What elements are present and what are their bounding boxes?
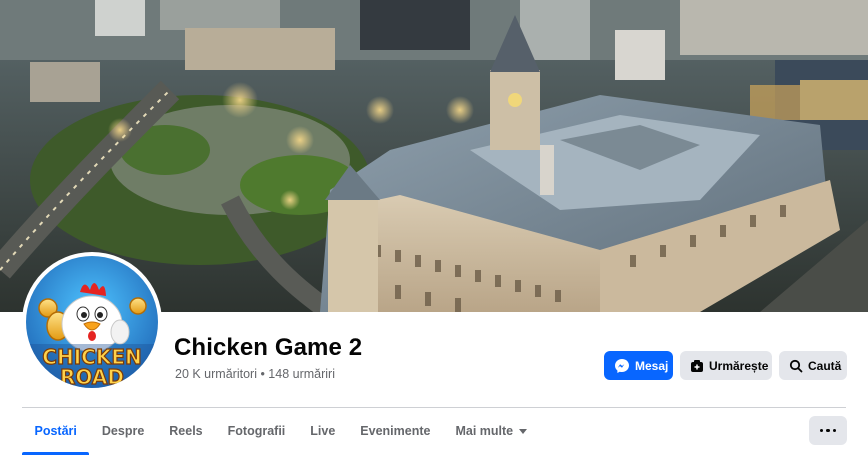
- tab-reels[interactable]: Reels: [157, 408, 215, 454]
- tab-label: Live: [310, 424, 336, 438]
- tab-postari[interactable]: Postări: [22, 408, 90, 455]
- tab-mai-multe[interactable]: Mai multe: [443, 408, 540, 454]
- logo-line-2: ROAD: [60, 365, 124, 388]
- caret-down-icon: [519, 429, 528, 434]
- more-dots-icon: [819, 428, 824, 433]
- search-button-label: Caută: [808, 358, 842, 373]
- follow-icon: [691, 359, 703, 372]
- follow-button[interactable]: Urmărește: [680, 351, 772, 380]
- tab-label: Reels: [169, 424, 203, 438]
- message-button-label: Mesaj: [635, 358, 669, 373]
- tab-label: Mai multe: [455, 424, 514, 438]
- page-avatar[interactable]: CHICKEN ROAD: [22, 252, 162, 392]
- more-options-button[interactable]: [809, 416, 847, 445]
- chicken-road-logo: CHICKEN ROAD: [26, 256, 158, 388]
- page-title: Chicken Game 2: [174, 334, 363, 361]
- search-button[interactable]: Caută: [779, 351, 847, 380]
- more-dots-icon: [832, 428, 837, 433]
- tab-fotografii[interactable]: Fotografii: [215, 408, 298, 454]
- follow-button-label: Urmărește: [709, 358, 769, 373]
- page-stats[interactable]: 20 K urmăritori • 148 urmăriri: [175, 366, 335, 382]
- messenger-icon: [615, 358, 629, 373]
- tab-despre[interactable]: Despre: [89, 408, 156, 454]
- tab-label: Fotografii: [227, 424, 286, 438]
- tab-live[interactable]: Live: [298, 408, 348, 454]
- tab-label: Despre: [101, 424, 145, 438]
- search-icon: [789, 359, 803, 372]
- more-dots-icon: [826, 428, 830, 433]
- message-button[interactable]: Mesaj: [604, 351, 673, 380]
- tab-label: Postări: [34, 424, 77, 438]
- tab-evenimente[interactable]: Evenimente: [348, 408, 443, 454]
- page-tabs: Postări Despre Reels Fotografii Live Eve…: [22, 408, 540, 455]
- tab-label: Evenimente: [360, 424, 431, 438]
